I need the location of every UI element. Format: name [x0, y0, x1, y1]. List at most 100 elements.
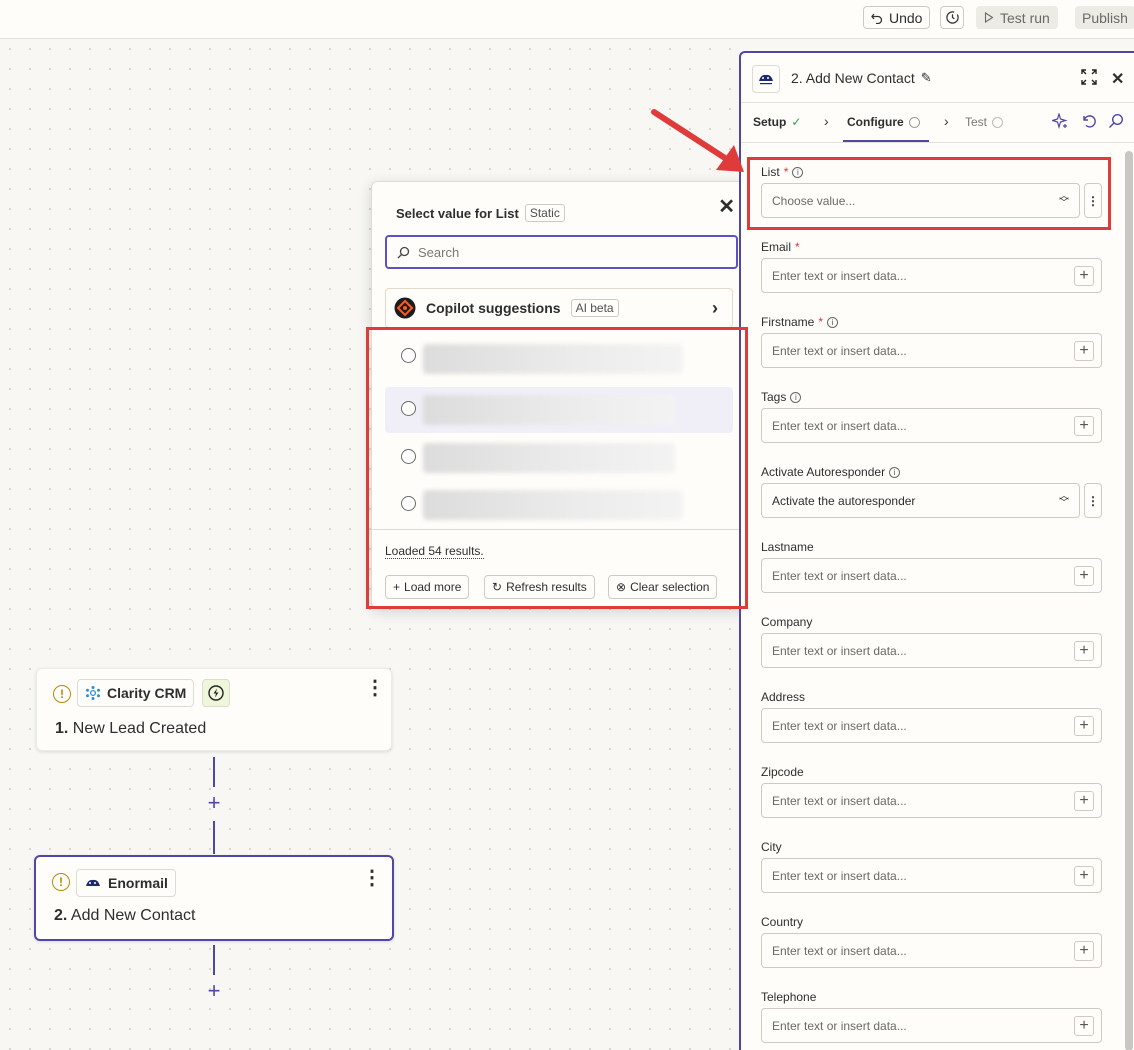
undo-button[interactable]: Undo	[863, 6, 931, 29]
refresh-icon: ↻	[492, 580, 503, 594]
chevron-updown-icon: ︿ ﹀	[1059, 191, 1069, 209]
tab-test[interactable]: Test	[965, 115, 1004, 129]
country-field[interactable]: Enter text or insert data... +	[761, 933, 1102, 968]
check-icon: ✓	[791, 115, 802, 129]
chevron-updown-icon: ︿ ﹀	[1059, 491, 1069, 509]
panel-header: 2. Add New Contact ✎ ✕	[741, 53, 1134, 103]
list-item[interactable]	[385, 387, 733, 433]
info-icon[interactable]: i	[790, 391, 802, 403]
lightning-icon	[208, 685, 224, 701]
insert-data-button[interactable]: +	[1074, 941, 1094, 961]
trigger-bolt-chip	[202, 679, 230, 707]
insert-data-button[interactable]: +	[1074, 791, 1094, 811]
list-item[interactable]	[385, 435, 733, 481]
search-input[interactable]: Search	[385, 235, 738, 269]
redacted-option	[423, 490, 683, 520]
zipcode-field[interactable]: Enter text or insert data... +	[761, 783, 1102, 818]
expand-icon[interactable]	[1081, 69, 1097, 90]
telephone-field[interactable]: Enter text or insert data... +	[761, 1008, 1102, 1043]
play-icon	[984, 12, 994, 23]
close-icon[interactable]: ✕	[1111, 69, 1124, 89]
radio-button[interactable]	[401, 348, 416, 363]
firstname-field[interactable]: Enter text or insert data... +	[761, 333, 1102, 368]
active-tab-indicator	[843, 140, 929, 142]
search-icon[interactable]	[1108, 113, 1124, 134]
add-step-icon[interactable]: +	[204, 980, 224, 1002]
clear-selection-button[interactable]: ⊗ Clear selection	[608, 575, 718, 599]
redacted-option	[423, 443, 675, 473]
action-node[interactable]: ! Enormail ⋮ 2. Add New Contact	[34, 855, 394, 941]
autoresponder-select[interactable]: Activate the autoresponder ︿ ﹀	[761, 483, 1080, 518]
clarity-logo-icon	[86, 686, 100, 700]
refresh-results-button[interactable]: ↻ Refresh results	[484, 575, 595, 599]
sparkle-icon[interactable]	[1050, 111, 1068, 134]
add-step-icon[interactable]: +	[204, 792, 224, 814]
test-status-icon	[992, 116, 1004, 128]
publish-button[interactable]: Publish	[1075, 6, 1134, 29]
enormail-logo-icon	[86, 879, 100, 886]
radio-button[interactable]	[401, 449, 416, 464]
list-item[interactable]	[385, 482, 733, 528]
insert-data-button[interactable]: +	[1074, 266, 1094, 286]
loaded-results-text: Loaded 54 results.	[385, 544, 484, 559]
info-icon[interactable]: i	[889, 466, 901, 478]
insert-data-button[interactable]: +	[1074, 341, 1094, 361]
history-icon	[945, 11, 959, 24]
field-label-lastname: Lastname	[761, 540, 814, 554]
copilot-suggestions-button[interactable]: Copilot suggestions AI beta ›	[385, 288, 733, 328]
radio-button[interactable]	[401, 401, 416, 416]
insert-data-button[interactable]: +	[1074, 866, 1094, 886]
field-label-city: City	[761, 840, 782, 854]
list-select[interactable]: Choose value... ︿ ﹀	[761, 183, 1080, 218]
city-field[interactable]: Enter text or insert data... +	[761, 858, 1102, 893]
insert-data-button[interactable]: +	[1074, 641, 1094, 661]
field-label-address: Address	[761, 690, 806, 704]
tab-configure[interactable]: Configure	[847, 115, 920, 129]
company-field[interactable]: Enter text or insert data... +	[761, 633, 1102, 668]
radio-button[interactable]	[401, 496, 416, 511]
test-run-button[interactable]: Test run	[976, 6, 1058, 29]
insert-data-button[interactable]: +	[1074, 716, 1094, 736]
tab-setup[interactable]: Setup ✓	[753, 115, 801, 129]
field-options-button[interactable]: ⋮	[1084, 483, 1102, 518]
connector-line	[213, 757, 215, 787]
field-label-zipcode: Zipcode	[761, 765, 804, 779]
more-options-icon[interactable]: ⋮	[362, 868, 382, 888]
more-options-icon[interactable]: ⋮	[365, 678, 385, 698]
field-label-list: List * i	[761, 165, 804, 179]
pencil-icon[interactable]: ✎	[921, 70, 932, 86]
chevron-right-icon: ›	[944, 113, 949, 129]
email-field[interactable]: Enter text or insert data... +	[761, 258, 1102, 293]
enormail-logo-icon	[752, 65, 780, 93]
info-icon[interactable]: i	[792, 166, 804, 178]
tags-field[interactable]: Enter text or insert data... +	[761, 408, 1102, 443]
scrollbar[interactable]	[1125, 151, 1133, 1050]
panel-title: 2. Add New Contact ✎	[791, 70, 932, 86]
insert-data-button[interactable]: +	[1074, 566, 1094, 586]
address-field[interactable]: Enter text or insert data... +	[761, 708, 1102, 743]
node-title: 2. Add New Contact	[54, 907, 196, 924]
refresh-icon[interactable]	[1081, 113, 1097, 134]
lastname-field[interactable]: Enter text or insert data... +	[761, 558, 1102, 593]
connector-line	[213, 821, 215, 854]
trigger-node[interactable]: ! Clarity CRM ⋮ 1. New Lead Created	[36, 668, 392, 751]
load-more-button[interactable]: + Load more	[385, 575, 470, 599]
popup-title: Select value for List Static	[396, 204, 565, 222]
field-options-button[interactable]: ⋮	[1084, 183, 1102, 218]
ai-beta-badge: AI beta	[570, 299, 619, 317]
chevron-right-icon: ›	[824, 113, 829, 129]
field-label-country: Country	[761, 915, 804, 929]
insert-data-button[interactable]: +	[1074, 416, 1094, 436]
list-item[interactable]	[385, 334, 733, 380]
close-icon[interactable]: ✕	[718, 194, 735, 219]
status-circle-icon	[908, 116, 920, 128]
insert-data-button[interactable]: +	[1074, 1016, 1094, 1036]
popup-footer-divider	[372, 529, 749, 530]
copilot-icon	[394, 297, 416, 319]
redacted-option	[423, 395, 675, 425]
static-badge: Static	[524, 204, 565, 222]
info-icon[interactable]: i	[827, 316, 839, 328]
history-button[interactable]	[940, 6, 964, 29]
chevron-right-icon: ›	[712, 297, 718, 318]
redacted-option	[423, 344, 683, 374]
